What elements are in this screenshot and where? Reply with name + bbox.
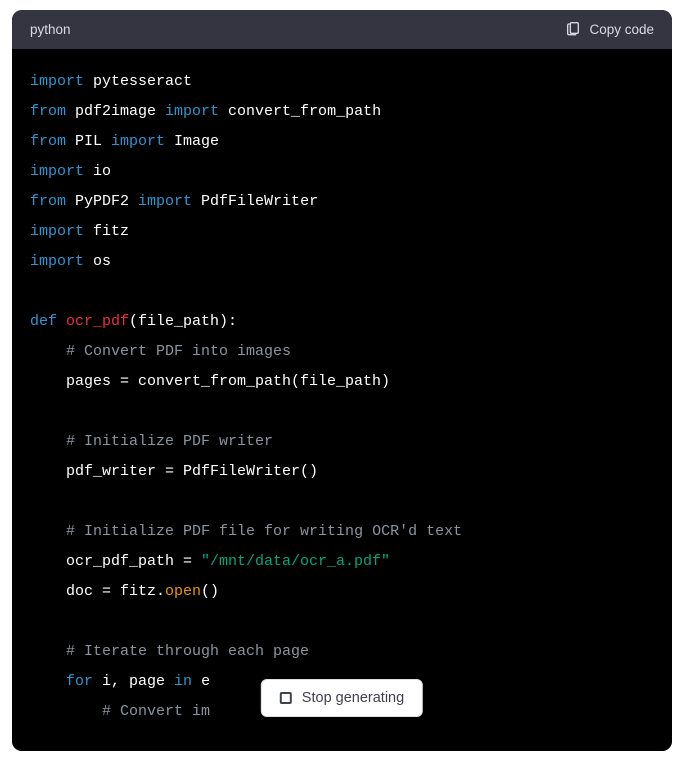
stop-icon (280, 692, 292, 704)
copy-code-label: Copy code (589, 22, 654, 37)
code-block: python Copy code import pytesseract from… (12, 10, 672, 751)
copy-code-button[interactable]: Copy code (565, 20, 654, 39)
stop-generating-button[interactable]: Stop generating (261, 679, 423, 717)
code-body: import pytesseract from pdf2image import… (12, 49, 672, 751)
code-block-header: python Copy code (12, 10, 672, 49)
language-label: python (30, 22, 71, 37)
code-content: import pytesseract from pdf2image import… (30, 67, 654, 727)
stop-generating-label: Stop generating (302, 690, 404, 706)
clipboard-icon (565, 20, 581, 39)
